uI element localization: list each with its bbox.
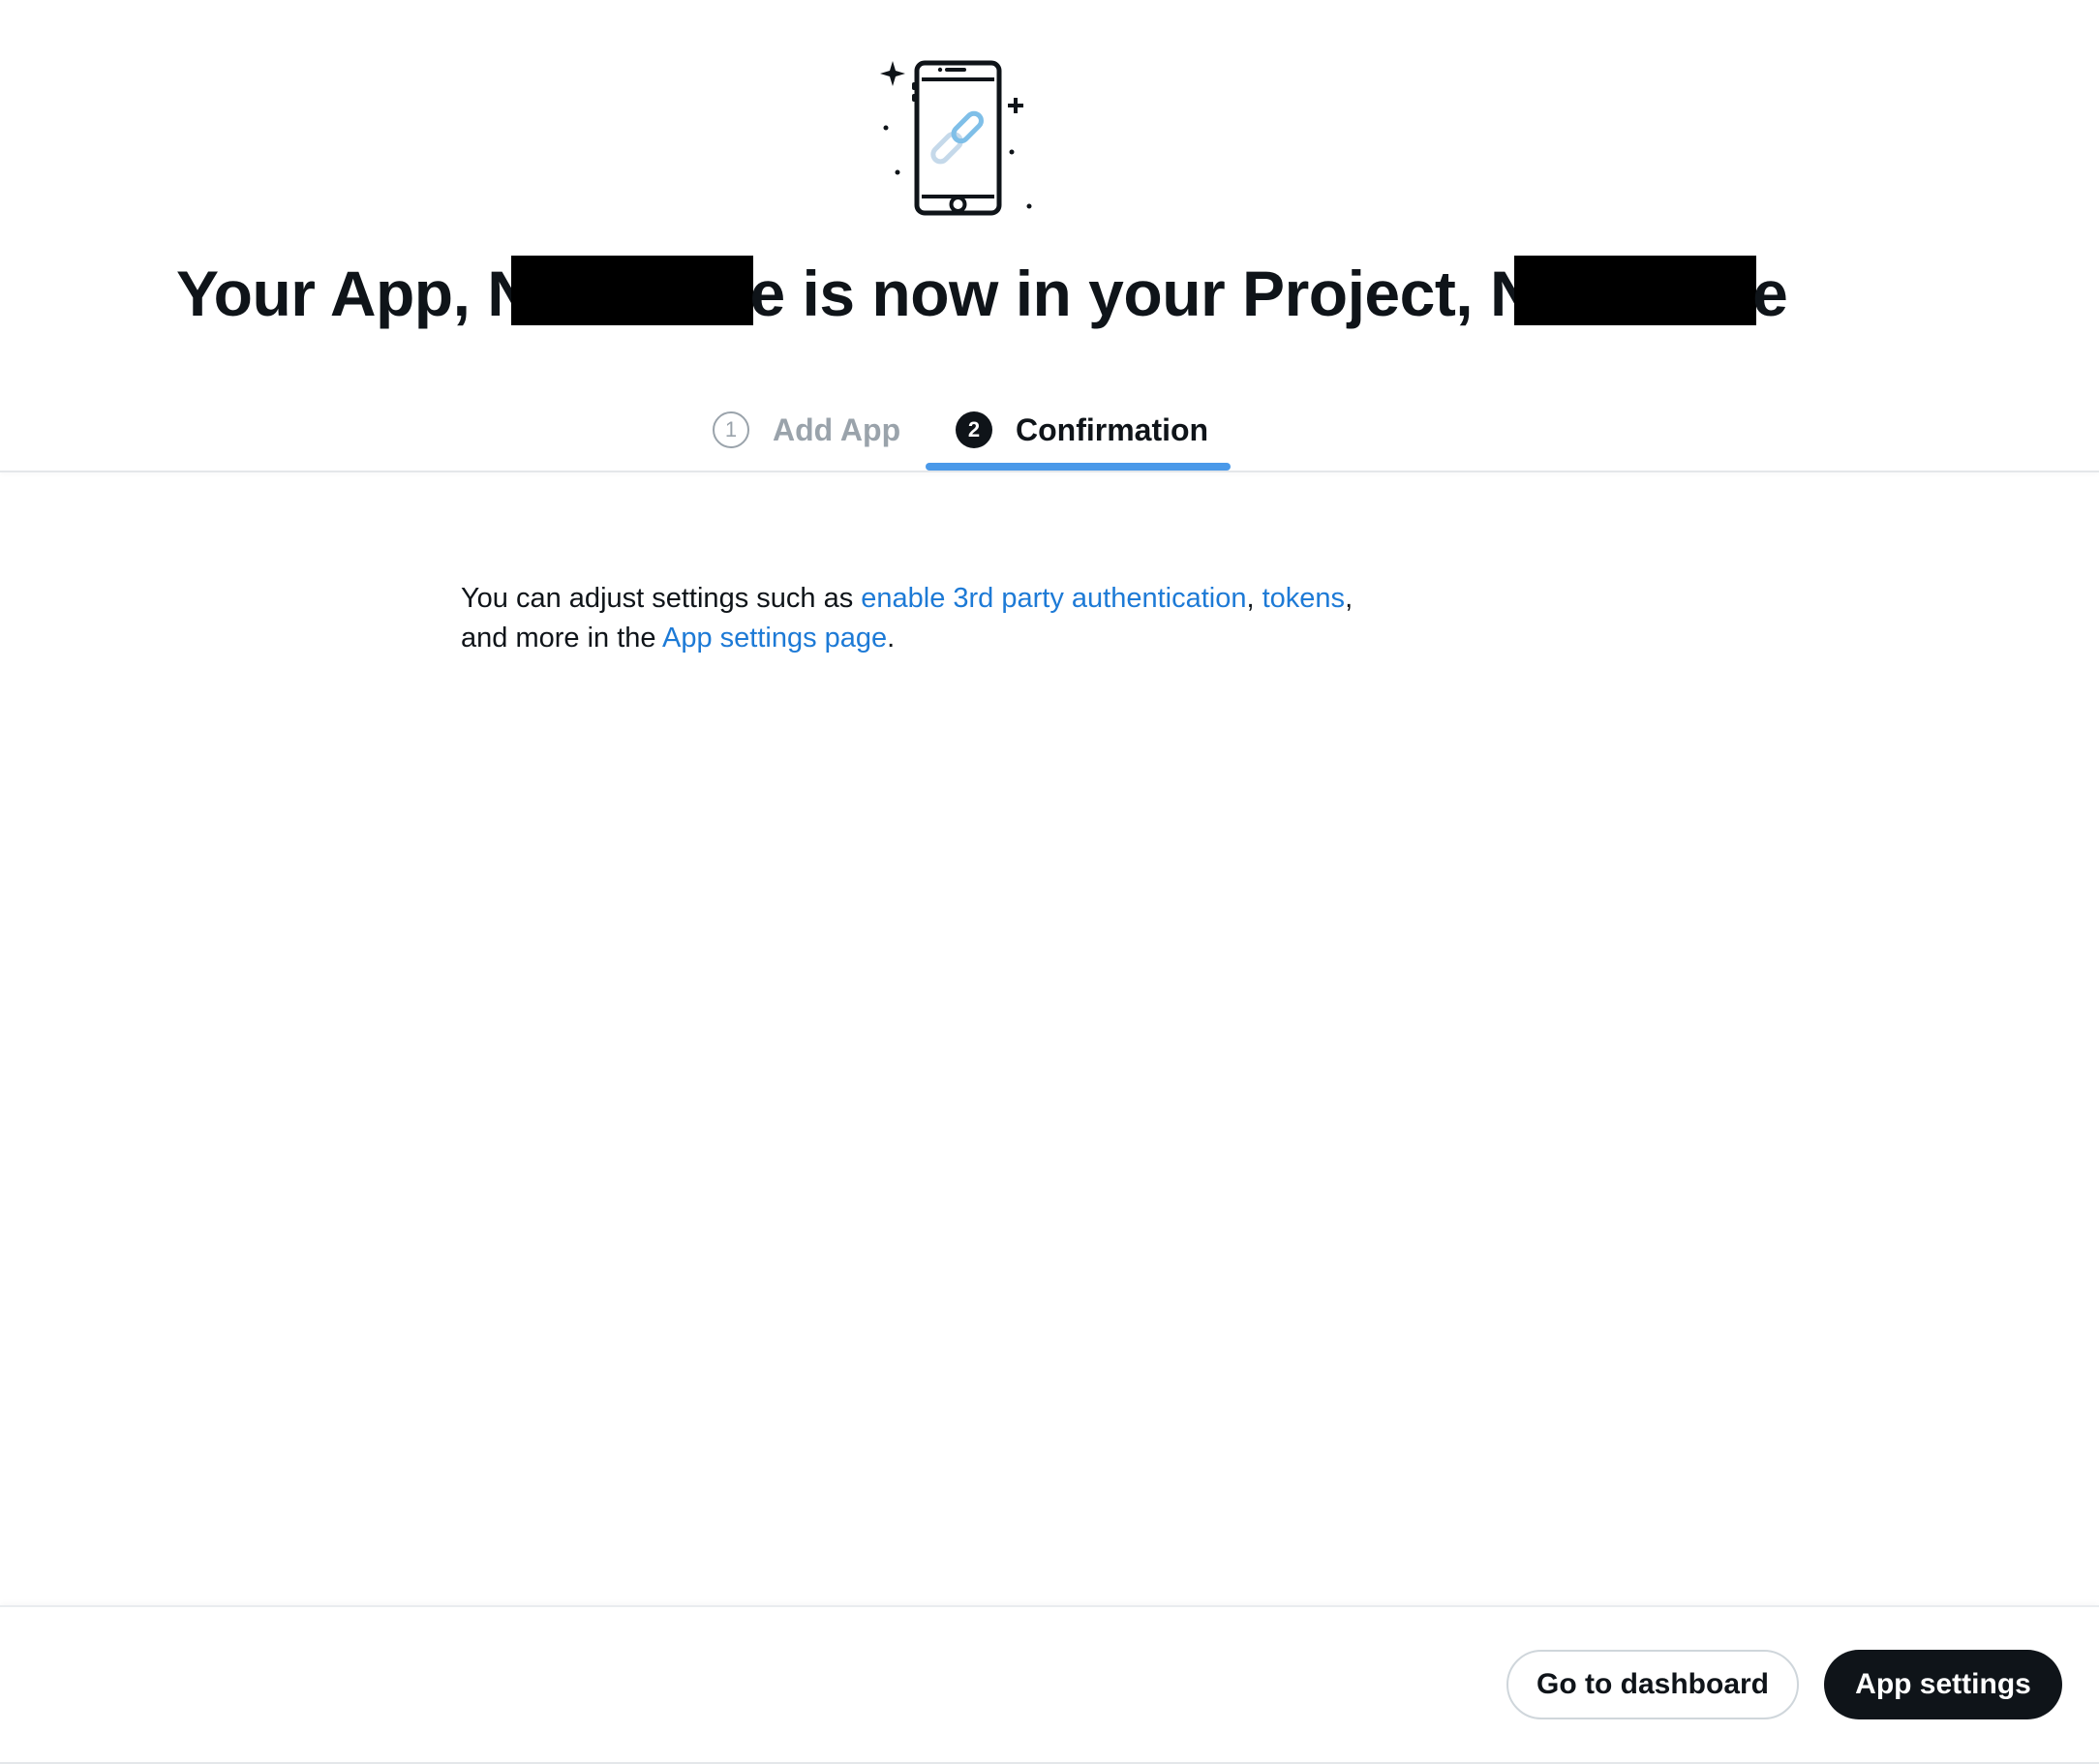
step-number-2: 2 bbox=[956, 411, 992, 448]
enable-3rd-party-auth-link[interactable]: enable 3rd party authentication bbox=[861, 583, 1246, 614]
redacted-app-name bbox=[511, 256, 754, 325]
page-title: Your App, N e is now in your Project, N e bbox=[0, 250, 2099, 337]
tab-confirmation-label: Confirmation bbox=[1016, 411, 1209, 447]
phone-link-illustration-icon bbox=[880, 60, 1032, 216]
desc-text-3: , bbox=[1345, 583, 1354, 614]
app-settings-button[interactable]: App settings bbox=[1824, 1650, 2062, 1719]
redacted-project-name bbox=[1514, 256, 1757, 325]
tabs-divider bbox=[0, 471, 2099, 472]
go-to-dashboard-button[interactable]: Go to dashboard bbox=[1506, 1650, 1799, 1719]
step-tabs: 1 Add App 2 Confirmation bbox=[0, 387, 2099, 472]
desc-text-1: You can adjust settings such as bbox=[461, 583, 862, 614]
step-number-1: 1 bbox=[713, 411, 749, 448]
tokens-link[interactable]: tokens bbox=[1262, 583, 1345, 614]
settings-description: You can adjust settings such as enable 3… bbox=[461, 579, 1477, 658]
desc-text-2: , bbox=[1246, 583, 1262, 614]
title-middle: e is now in your Project, N bbox=[749, 258, 1536, 329]
tab-confirmation[interactable]: 2 Confirmation bbox=[956, 387, 1208, 472]
desc-text-5: . bbox=[887, 623, 896, 654]
tab-add-app[interactable]: 1 Add App bbox=[713, 387, 900, 472]
desc-text-4: and more in the bbox=[461, 623, 662, 654]
page: Your App, Ne is now in your Project, Ne … bbox=[0, 0, 2099, 1764]
title-prefix: Your App, N bbox=[176, 258, 533, 329]
title-end: e bbox=[1752, 258, 1788, 329]
tab-add-app-label: Add App bbox=[773, 411, 901, 447]
active-tab-indicator bbox=[926, 463, 1231, 471]
app-settings-page-link[interactable]: App settings page bbox=[662, 623, 887, 654]
